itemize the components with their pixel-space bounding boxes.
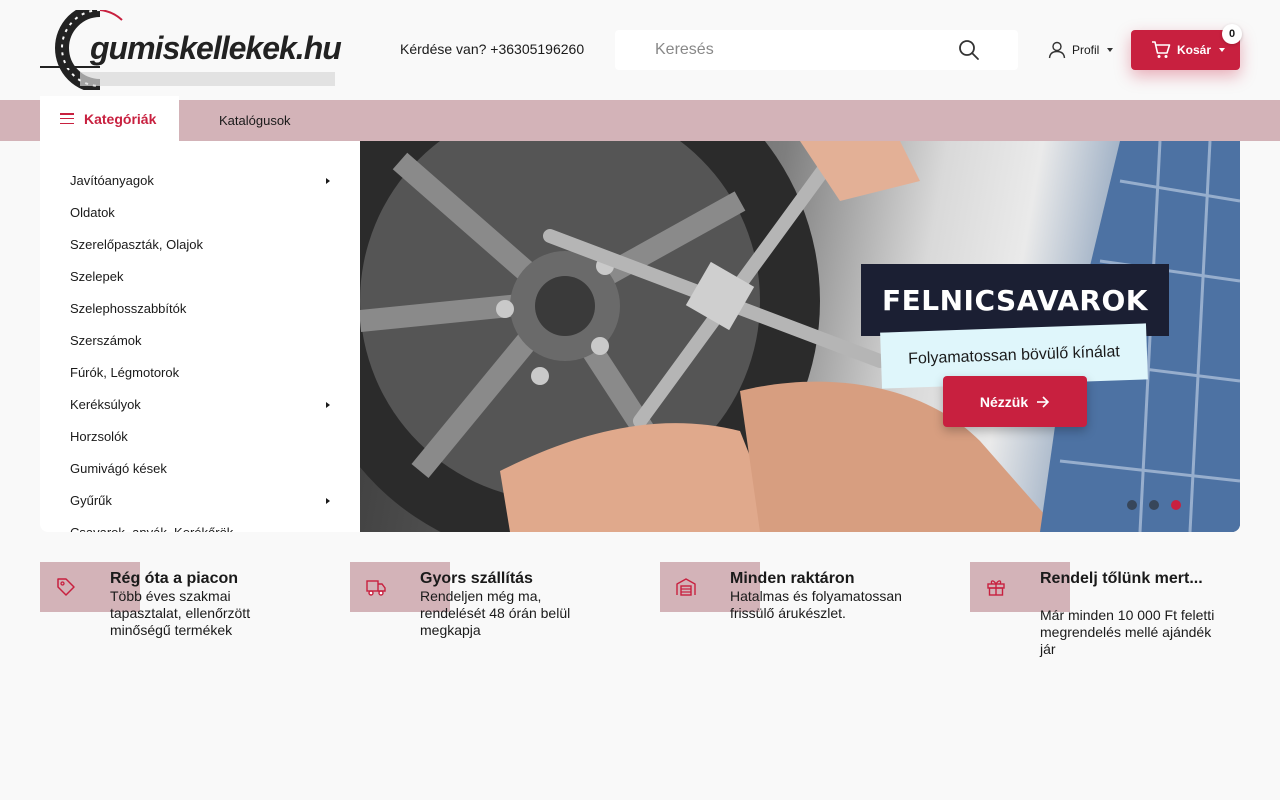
cart-button[interactable]: Kosár 0 bbox=[1131, 24, 1242, 70]
chevron-down-icon bbox=[1107, 48, 1114, 52]
profile-label: Profil bbox=[1072, 43, 1100, 57]
feature-desc: Már minden 10 000 Ft feletti megrendelés… bbox=[1040, 607, 1215, 657]
categories-label: Kategóriák bbox=[84, 110, 157, 127]
category-label: Fúrók, Légmotorok bbox=[70, 365, 180, 380]
category-item[interactable]: Gumivágó kések bbox=[70, 459, 330, 479]
feature-desc: Hatalmas és folyamatossan frissülő áruké… bbox=[730, 588, 902, 621]
site-logo[interactable]: gumiskellekek.hu bbox=[40, 10, 342, 90]
chevron-right-icon bbox=[326, 498, 330, 504]
category-item[interactable]: Javítóanyagok bbox=[70, 171, 330, 191]
search-icon[interactable] bbox=[958, 39, 980, 61]
slider-dot-active[interactable] bbox=[1171, 500, 1181, 510]
feature-title: Rég óta a piacon bbox=[110, 570, 239, 587]
category-label: Oldatok bbox=[70, 205, 115, 220]
cart-icon bbox=[1152, 41, 1171, 58]
category-item[interactable]: Gyűrűk bbox=[70, 491, 330, 511]
tag-icon bbox=[57, 578, 75, 596]
cart-count-badge: 0 bbox=[1222, 24, 1242, 44]
category-item[interactable]: Szelephosszabbítók bbox=[70, 299, 330, 319]
profile-menu[interactable]: Profil bbox=[1048, 38, 1114, 62]
gift-icon bbox=[987, 580, 1005, 596]
nav-link-catalogs[interactable]: Katalógusok bbox=[219, 113, 291, 128]
hero-title: FELNICSAVAROK bbox=[882, 283, 1148, 317]
category-label: Horzsolók bbox=[70, 429, 128, 444]
category-label: Keréksúlyok bbox=[70, 397, 141, 412]
feature-desc: Rendeljen még ma, rendelését 48 órán bel… bbox=[420, 588, 571, 638]
hero-cta-label: Nézzük bbox=[979, 393, 1029, 410]
category-label: Gyűrűk bbox=[70, 493, 112, 508]
category-label: Szelepek bbox=[70, 269, 124, 284]
category-sidebar: Javítóanyagok Oldatok Szerelőpaszták, Olaj… bbox=[40, 141, 360, 532]
feature-title: Rendelj tőlünk mert... bbox=[1040, 570, 1203, 587]
category-item[interactable]: Keréksúlyok bbox=[70, 395, 330, 415]
search-input[interactable] bbox=[615, 30, 955, 70]
site-header: gumiskellekek.hu Kérdése van? +363051962… bbox=[0, 0, 1280, 100]
category-item[interactable]: Oldatok bbox=[70, 203, 330, 223]
category-item[interactable]: Fúrók, Légmotorok bbox=[70, 363, 330, 383]
category-item[interactable]: Szelepek bbox=[70, 267, 330, 287]
search-bar bbox=[615, 30, 1018, 70]
category-item[interactable]: Szerelőpaszták, Olajok bbox=[70, 235, 330, 255]
slider-dot[interactable] bbox=[1127, 500, 1137, 510]
chevron-right-icon bbox=[326, 178, 330, 184]
hero-slider: FELNICSAVAROK Folyamatossan bövülő kínál… bbox=[360, 141, 1240, 532]
arrow-right-icon bbox=[1037, 395, 1050, 408]
hero-subtitle: Folyamatossan bövülő kínálat bbox=[907, 343, 1121, 368]
chevron-down-icon bbox=[1219, 48, 1226, 52]
category-label: Szerelőpaszták, Olajok bbox=[70, 237, 203, 252]
category-label: Csavarok, anyák, Kerékőrök bbox=[70, 525, 233, 532]
user-icon bbox=[1048, 41, 1066, 59]
logo-text: gumiskellekek.hu bbox=[90, 30, 342, 66]
category-label: Szerszámok bbox=[70, 333, 142, 348]
feature-desc: Több éves szakmai tapasztalat, ellenőrzö… bbox=[110, 588, 251, 638]
category-label: Javítóanyagok bbox=[70, 173, 154, 188]
cart-label: Kosár bbox=[1177, 43, 1212, 57]
feature-title: Gyors szállítás bbox=[420, 570, 533, 587]
category-label: Gumivágó kések bbox=[70, 461, 167, 476]
category-item[interactable]: Horzsolók bbox=[70, 427, 330, 447]
main-nav bbox=[0, 100, 1280, 141]
warehouse-icon bbox=[676, 578, 696, 596]
menu-icon bbox=[60, 113, 74, 124]
feature-title: Minden raktáron bbox=[730, 570, 855, 587]
truck-icon bbox=[366, 580, 386, 596]
category-label: Szelephosszabbítók bbox=[70, 301, 187, 316]
contact-phone[interactable]: Kérdése van? +36305196260 bbox=[400, 41, 584, 57]
category-item[interactable]: Csavarok, anyák, Kerékőrök bbox=[70, 523, 330, 532]
category-item[interactable]: Szerszámok bbox=[70, 331, 330, 351]
slider-dot[interactable] bbox=[1149, 500, 1159, 510]
chevron-right-icon bbox=[326, 402, 330, 408]
categories-toggle[interactable]: Kategóriák bbox=[40, 96, 179, 141]
hero-cta-button[interactable]: Nézzük bbox=[943, 376, 1087, 427]
